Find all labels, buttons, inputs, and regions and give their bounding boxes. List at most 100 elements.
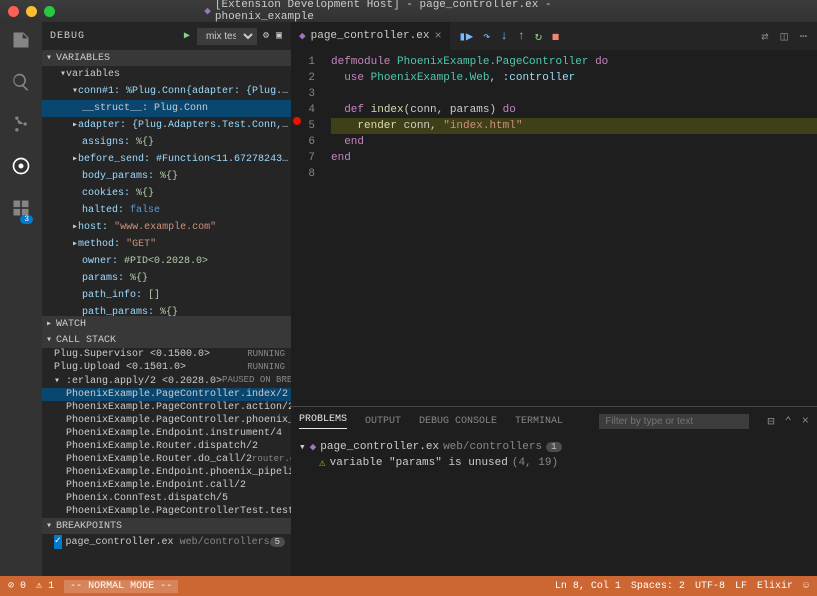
window-title: ◆ [Extension Development Host] - page_co…	[204, 0, 613, 23]
warning-icon: ⚠	[319, 456, 326, 470]
stack-frame[interactable]: PhoenixExample.PageController.phoenix_co…	[42, 414, 291, 427]
maximize-window-icon[interactable]	[44, 6, 55, 17]
vim-mode: -- NORMAL MODE --	[64, 580, 178, 593]
var-host[interactable]: host: "www.example.com"	[42, 219, 291, 236]
debug-icon[interactable]	[11, 156, 31, 180]
stop-icon[interactable]: ◼	[552, 29, 559, 44]
stack-frame[interactable]: Plug.Upload <0.1501.0>RUNNING	[42, 361, 291, 374]
minimize-window-icon[interactable]	[26, 6, 37, 17]
extensions-icon[interactable]: 3	[11, 198, 31, 222]
var-path-params[interactable]: path_params: %{}	[42, 304, 291, 316]
breakpoint-line: 5	[270, 537, 285, 547]
editor-tab[interactable]: ◆ page_controller.ex ×	[291, 22, 451, 50]
var-cookies[interactable]: cookies: %{}	[42, 185, 291, 202]
var-adapter[interactable]: adapter: {Plug.Adapters.Test.Conn, %{chu…	[42, 117, 291, 134]
explorer-icon[interactable]	[11, 30, 31, 54]
stack-frame[interactable]: Plug.Supervisor <0.1500.0>RUNNING	[42, 348, 291, 361]
restart-icon[interactable]: ↻	[535, 29, 542, 44]
breakpoint-marker[interactable]	[293, 117, 301, 125]
gear-icon[interactable]: ⚙	[263, 30, 270, 42]
console-icon[interactable]: ▣	[276, 30, 283, 42]
debug-sidebar: DEBUG ▶ mix test ⚙ ▣ Variables variables…	[42, 22, 291, 576]
start-debug-icon[interactable]: ▶	[184, 30, 191, 42]
stack-frame[interactable]: Phoenix.ConnTest.dispatch/5	[42, 492, 291, 505]
watch-section[interactable]: Watch	[42, 316, 291, 332]
output-tab[interactable]: Output	[365, 416, 401, 427]
compare-icon[interactable]: ⇄	[761, 29, 768, 44]
stack-frame[interactable]: PhoenixExample.PageController.action/2	[42, 401, 291, 414]
stack-frame[interactable]: PhoenixExample.Endpoint.call/2	[42, 479, 291, 492]
scm-icon[interactable]	[11, 114, 31, 138]
window-controls	[8, 6, 55, 17]
filter-input[interactable]	[599, 414, 749, 429]
line-gutter: 12345678	[291, 50, 323, 406]
maximize-panel-icon[interactable]: ⌃	[785, 414, 792, 429]
close-window-icon[interactable]	[8, 6, 19, 17]
stack-frame[interactable]: PhoenixExample.Endpoint.instrument/4	[42, 427, 291, 440]
problems-list: ◆ page_controller.ex web/controllers 1 ⚠…	[291, 435, 817, 475]
close-panel-icon[interactable]: ×	[802, 414, 809, 429]
variables-scope[interactable]: variables	[42, 66, 291, 83]
eol[interactable]: LF	[735, 581, 747, 592]
step-into-icon[interactable]: ↓	[500, 29, 507, 43]
callstack-section[interactable]: Call Stack	[42, 332, 291, 348]
stack-frame[interactable]: ▾ :erlang.apply/2 <0.2028.0>PAUSED ON BR…	[42, 374, 291, 388]
var-before-send[interactable]: before_send: #Function<11.67278243/1 in …	[42, 151, 291, 168]
close-tab-icon[interactable]: ×	[434, 29, 441, 43]
status-bar: ⊘ 0 ⚠ 1 -- NORMAL MODE -- Ln 8, Col 1 Sp…	[0, 576, 817, 596]
panel-tabs: Problems Output Debug Console Terminal ⊟…	[291, 407, 817, 435]
bottom-panel: Problems Output Debug Console Terminal ⊟…	[291, 406, 817, 576]
problem-file[interactable]: ◆ page_controller.ex web/controllers 1	[299, 439, 809, 455]
callstack-list: Plug.Supervisor <0.1500.0>RUNNINGPlug.Up…	[42, 348, 291, 518]
step-out-icon[interactable]: ↑	[518, 29, 525, 43]
var-conn[interactable]: conn#1: %Plug.Conn{adapter: {Plug.Adapte…	[42, 83, 291, 100]
elixir-icon: ◆	[204, 4, 211, 18]
status-warnings[interactable]: ⚠ 1	[36, 580, 54, 592]
cursor-position[interactable]: Ln 8, Col 1	[555, 581, 621, 592]
var-owner[interactable]: owner: #PID<0.2028.0>	[42, 253, 291, 270]
code-content[interactable]: defmodule PhoenixExample.PageController …	[323, 50, 817, 406]
split-editor-icon[interactable]: ◫	[781, 29, 788, 44]
more-icon[interactable]: ⋯	[800, 29, 807, 44]
var-method[interactable]: method: "GET"	[42, 236, 291, 253]
var-path-info[interactable]: path_info: []	[42, 287, 291, 304]
tabs-bar: ◆ page_controller.ex × ▮▶ ↷ ↓ ↑ ↻ ◼ ⇄ ◫ …	[291, 22, 817, 50]
stack-frame[interactable]: PhoenixExample.PageController.index/2	[42, 388, 291, 401]
activity-bar: 3	[0, 22, 42, 576]
var-assigns[interactable]: assigns: %{}	[42, 134, 291, 151]
elixir-icon: ◆	[299, 29, 306, 43]
extensions-badge: 3	[20, 215, 33, 224]
var-params[interactable]: params: %{}	[42, 270, 291, 287]
code-editor[interactable]: 12345678 defmodule PhoenixExample.PageCo…	[291, 50, 817, 406]
search-icon[interactable]	[11, 72, 31, 96]
breakpoint-checkbox[interactable]: ✓	[54, 535, 62, 549]
collapse-icon[interactable]: ⊟	[767, 414, 774, 429]
debug-config-select[interactable]: mix test	[197, 28, 257, 45]
breakpoint-item[interactable]: ✓ page_controller.ex web/controllers 5	[42, 534, 291, 550]
debug-header: DEBUG ▶ mix test ⚙ ▣	[42, 22, 291, 50]
editor-area: ◆ page_controller.ex × ▮▶ ↷ ↓ ↑ ↻ ◼ ⇄ ◫ …	[291, 22, 817, 576]
debug-controls: ▮▶ ↷ ↓ ↑ ↻ ◼	[459, 29, 560, 44]
problems-tab[interactable]: Problems	[299, 414, 347, 429]
step-over-icon[interactable]: ↷	[483, 29, 490, 44]
breakpoints-section[interactable]: Breakpoints	[42, 518, 291, 534]
encoding[interactable]: UTF-8	[695, 581, 725, 592]
var-halted[interactable]: halted: false	[42, 202, 291, 219]
debug-console-tab[interactable]: Debug Console	[419, 416, 497, 427]
status-errors[interactable]: ⊘ 0	[8, 580, 26, 592]
title-bar: ◆ [Extension Development Host] - page_co…	[0, 0, 817, 22]
continue-icon[interactable]: ▮▶	[459, 29, 473, 44]
terminal-tab[interactable]: Terminal	[515, 416, 563, 427]
language-mode[interactable]: Elixir	[757, 581, 793, 592]
indentation[interactable]: Spaces: 2	[631, 581, 685, 592]
variables-tree: variables conn#1: %Plug.Conn{adapter: {P…	[42, 66, 291, 316]
stack-frame[interactable]: PhoenixExample.Endpoint.phoenix_pipeline…	[42, 466, 291, 479]
stack-frame[interactable]: PhoenixExample.PageControllerTest.test G…	[42, 505, 291, 518]
var-struct[interactable]: __struct__: Plug.Conn	[42, 100, 291, 117]
stack-frame[interactable]: PhoenixExample.Router.do_call/2router.ex…	[42, 453, 291, 466]
var-body-params[interactable]: body_params: %{}	[42, 168, 291, 185]
problem-item[interactable]: ⚠ variable "params" is unused (4, 19)	[299, 455, 809, 471]
variables-section[interactable]: Variables	[42, 50, 291, 66]
feedback-icon[interactable]: ☺	[803, 581, 809, 592]
stack-frame[interactable]: PhoenixExample.Router.dispatch/2	[42, 440, 291, 453]
